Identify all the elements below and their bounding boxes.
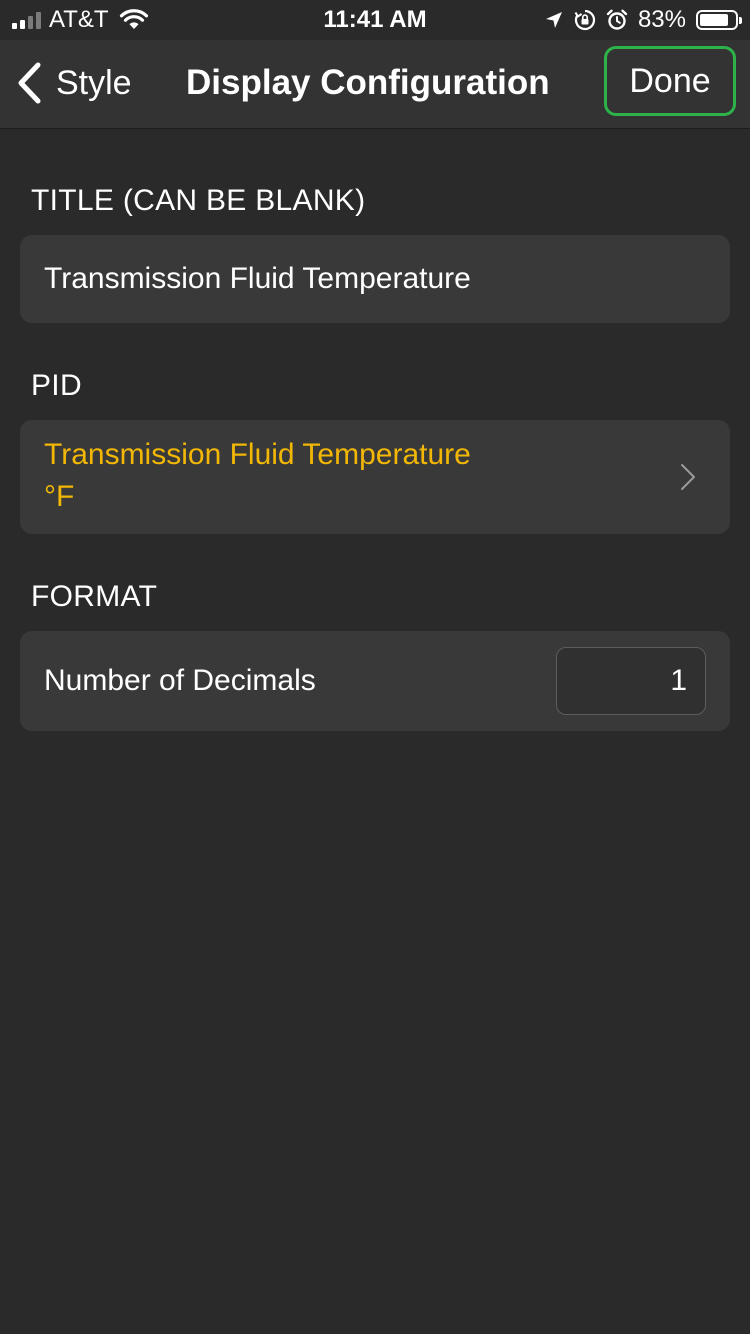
format-section-header: FORMAT (31, 580, 158, 613)
chevron-right-icon (681, 464, 695, 490)
chevron-left-icon (18, 62, 41, 104)
decimals-row: Number of Decimals (20, 631, 730, 731)
alarm-icon (606, 9, 628, 30)
rotation-lock-icon (574, 9, 596, 31)
decimals-label: Number of Decimals (44, 664, 316, 697)
status-bar-right: 83% (544, 6, 742, 34)
back-button[interactable]: Style (14, 58, 132, 108)
done-button[interactable]: Done (604, 46, 736, 116)
pid-unit: °F (44, 480, 75, 513)
location-icon (545, 12, 562, 28)
pid-name: Transmission Fluid Temperature (44, 438, 471, 471)
title-input[interactable]: Transmission Fluid Temperature (20, 235, 730, 323)
battery-icon (696, 10, 742, 30)
status-bar: AT&T 11:41 AM 83% (0, 0, 750, 40)
decimals-input[interactable] (556, 647, 706, 715)
page-title: Display Configuration (186, 63, 550, 102)
back-button-label: Style (56, 63, 132, 102)
pid-selector-row[interactable]: Transmission Fluid Temperature °F (20, 420, 730, 534)
battery-level (700, 14, 728, 26)
navigation-bar: Style Display Configuration Done (0, 40, 750, 129)
battery-percent: 83% (637, 6, 686, 33)
title-section-header: TITLE (CAN BE BLANK) (31, 184, 366, 217)
pid-section-header: PID (31, 369, 82, 402)
